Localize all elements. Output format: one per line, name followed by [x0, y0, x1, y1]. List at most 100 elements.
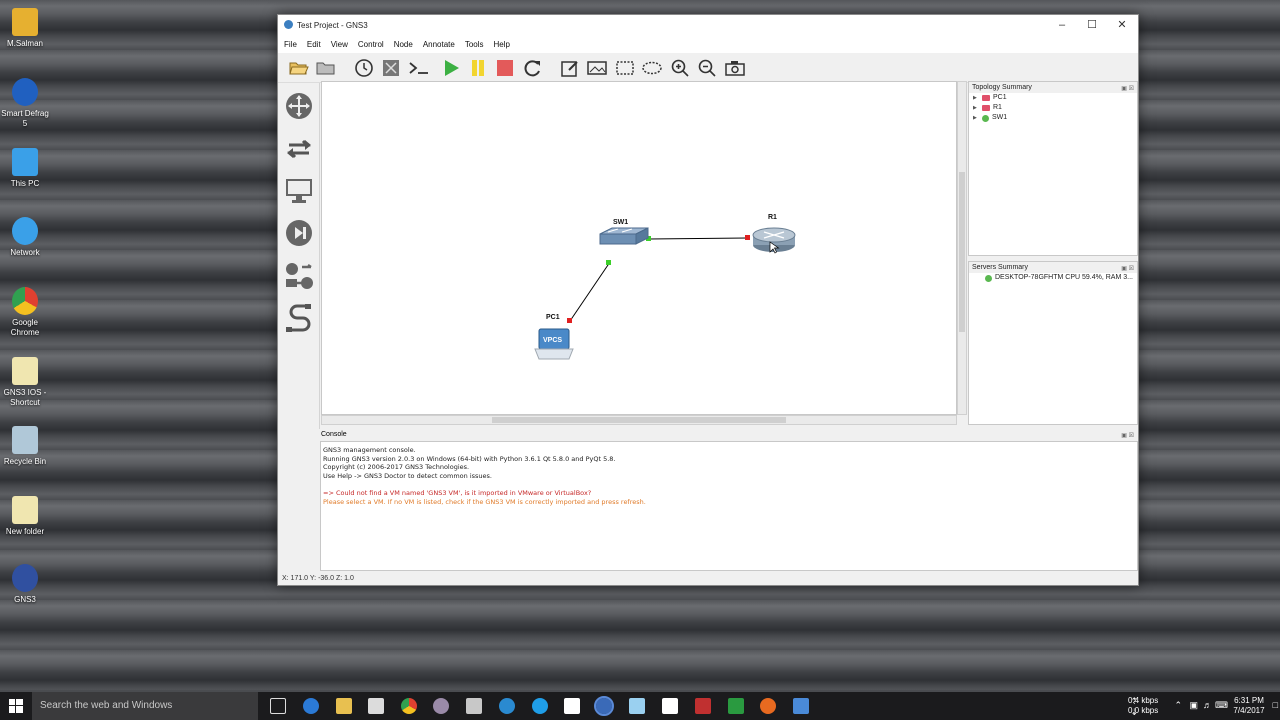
server-item[interactable]: DESKTOP-78GFHTM CPU 59.4%, RAM 3... [969, 273, 1137, 283]
draw-rectangle-button[interactable] [614, 58, 636, 78]
chrome-icon[interactable] [401, 698, 417, 714]
gns3-app-icon [284, 20, 293, 29]
menu-node[interactable]: Node [394, 40, 413, 49]
menu-file[interactable]: File [284, 40, 297, 49]
start-all-button[interactable] [440, 58, 462, 78]
topology-canvas[interactable]: SW1 R1 VPCS PC1 [321, 81, 957, 415]
menu-help[interactable]: Help [494, 40, 510, 49]
open-project-button[interactable] [315, 58, 337, 78]
expand-arrow-icon[interactable]: ▶ [973, 113, 979, 123]
taskbar-search[interactable]: Search the web and Windows [32, 692, 258, 720]
folder-icon [12, 8, 38, 36]
store-icon[interactable] [368, 698, 384, 714]
tree-item-pc1[interactable]: ▶ PC1 [969, 93, 1137, 103]
add-note-button[interactable] [559, 58, 581, 78]
camtasia-icon[interactable] [564, 698, 580, 714]
expand-arrow-icon[interactable]: ▶ [973, 93, 979, 103]
tray-chevron-icon[interactable]: ⌃ [1174, 700, 1182, 711]
console-output[interactable]: GNS3 management console. Running GNS3 ve… [320, 441, 1138, 571]
browse-end-devices-button[interactable] [284, 176, 314, 206]
edge-icon[interactable] [303, 698, 319, 714]
firefox-icon[interactable] [760, 698, 776, 714]
new-project-button[interactable] [288, 58, 310, 78]
app-icon[interactable] [728, 698, 744, 714]
suspend-all-button[interactable] [467, 58, 489, 78]
browse-routers-button[interactable] [284, 91, 314, 121]
minimize-button[interactable]: – [1048, 18, 1076, 32]
desktop-icon-chrome[interactable]: Google Chrome [0, 287, 50, 338]
snapshot-button[interactable] [353, 58, 375, 78]
task-view-icon[interactable] [270, 698, 286, 714]
link-sw1-pc1[interactable] [569, 261, 611, 322]
canvas-vertical-scrollbar[interactable] [957, 81, 967, 415]
shortcut-icon [12, 357, 38, 385]
desktop-icon-gns3[interactable]: GNS3 [0, 564, 50, 605]
file-explorer-icon[interactable] [336, 698, 352, 714]
browse-all-devices-button[interactable] [284, 261, 314, 291]
app-icon[interactable] [793, 698, 809, 714]
all-devices-icon [286, 263, 313, 289]
clock[interactable]: 6:31 PM 7/4/2017 [1232, 696, 1266, 716]
show-interface-labels-button[interactable] [380, 58, 402, 78]
screenshot-button[interactable] [724, 58, 746, 78]
port-status-r1-sw1 [745, 235, 750, 240]
folder-icon [316, 62, 335, 75]
title-bar[interactable]: Test Project - GNS3 – ☐ ✕ [278, 15, 1138, 35]
node-label-pc1: PC1 [546, 314, 560, 321]
teamviewer-icon[interactable] [499, 698, 515, 714]
folder-open-icon [289, 62, 309, 75]
start-button[interactable] [0, 692, 32, 720]
gns3-taskbar-icon[interactable] [594, 696, 614, 716]
keyboard-icon[interactable]: ⌨ [1215, 700, 1228, 711]
draw-ellipse-button[interactable] [641, 58, 663, 78]
skype-icon[interactable] [532, 698, 548, 714]
reload-all-button[interactable] [522, 58, 544, 78]
status-bar: X: 171.0 Y: -36.0 Z: 1.0 [278, 573, 1138, 585]
stopped-status-icon [982, 95, 990, 101]
stop-icon [497, 60, 513, 76]
action-center-icon[interactable]: □ [1273, 700, 1278, 710]
menu-tools[interactable]: Tools [465, 40, 484, 49]
tray-device-icon[interactable]: ▣ [1189, 700, 1198, 711]
app-icon[interactable] [629, 698, 645, 714]
desktop-icon-smart-defrag[interactable]: Smart Defrag 5 [0, 78, 50, 129]
app-icon[interactable] [695, 698, 711, 714]
node-sw1[interactable]: SW1 [599, 219, 649, 245]
gns3-icon [12, 564, 38, 592]
app-icon[interactable] [433, 698, 449, 714]
stop-all-button[interactable] [494, 58, 516, 78]
menu-control[interactable]: Control [358, 40, 384, 49]
calculator-icon[interactable] [466, 698, 482, 714]
folder-icon [12, 496, 38, 524]
zoom-out-button[interactable] [696, 58, 718, 78]
desktop-icon-gns3-ios[interactable]: GNS3 IOS - Shortcut [0, 357, 50, 408]
browse-switches-button[interactable] [284, 134, 314, 164]
expand-arrow-icon[interactable]: ▶ [973, 103, 979, 113]
add-link-button[interactable] [284, 303, 314, 333]
close-button[interactable]: ✕ [1108, 18, 1136, 32]
recycle-bin-icon [12, 426, 38, 454]
skip-forward-icon [286, 220, 312, 246]
browse-security-devices-button[interactable] [284, 218, 314, 248]
panel-float-close-icons[interactable]: ▣ ☒ [1121, 264, 1134, 275]
menu-view[interactable]: View [331, 40, 348, 49]
desktop-icon-new-folder[interactable]: New folder [0, 496, 50, 537]
menu-edit[interactable]: Edit [307, 40, 321, 49]
desktop-icon-this-pc[interactable]: This PC [0, 148, 50, 189]
insert-picture-button[interactable] [586, 58, 608, 78]
notepad-icon[interactable] [662, 698, 678, 714]
desktop-icon-recycle-bin[interactable]: Recycle Bin [0, 426, 50, 467]
maximize-button[interactable]: ☐ [1078, 18, 1106, 32]
console-connect-button[interactable] [408, 58, 430, 78]
volume-icon[interactable]: ♬ [1203, 700, 1212, 710]
panel-float-close-icons[interactable]: ▣ ☒ [1121, 84, 1134, 95]
port-status-pc1-sw1 [567, 318, 572, 323]
tree-item-sw1[interactable]: ▶ SW1 [969, 113, 1137, 123]
canvas-horizontal-scrollbar[interactable] [321, 415, 957, 425]
zoom-in-button[interactable] [669, 58, 691, 78]
menu-annotate[interactable]: Annotate [423, 40, 455, 49]
link-sw1-r1[interactable] [648, 237, 748, 240]
desktop-icon-user-folder[interactable]: M.Salman [0, 8, 50, 49]
desktop-icon-network[interactable]: Network [0, 217, 50, 258]
tree-item-r1[interactable]: ▶ R1 [969, 103, 1137, 113]
